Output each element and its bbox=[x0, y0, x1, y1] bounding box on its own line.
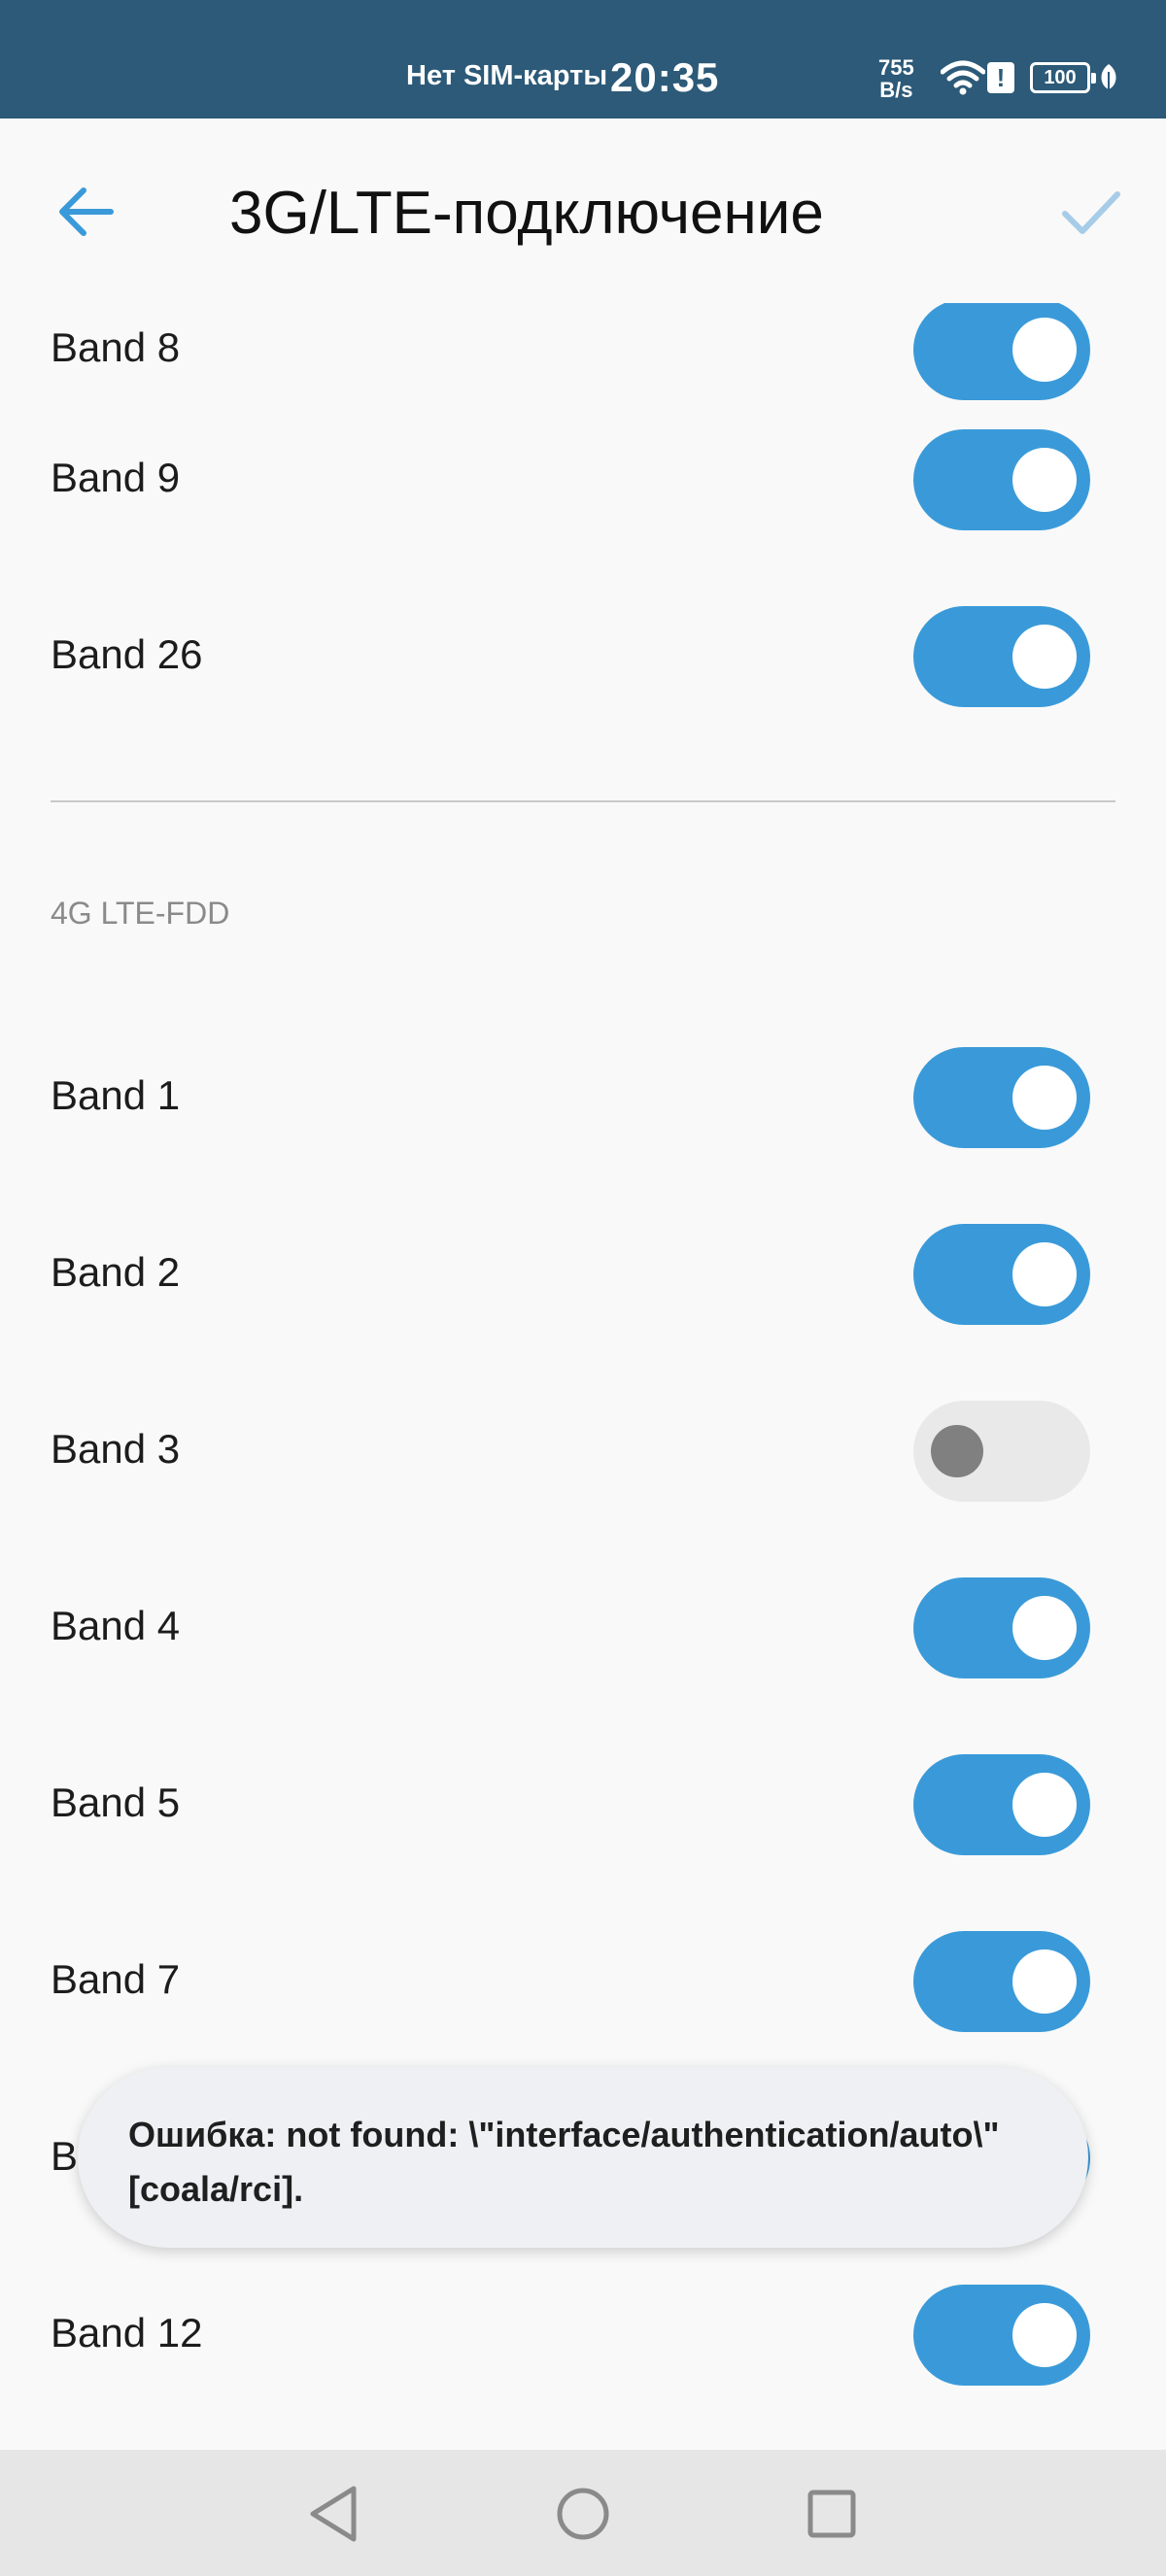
alert-icon: ! bbox=[987, 62, 1014, 93]
toggle-knob bbox=[1012, 625, 1077, 689]
toggle-knob bbox=[1012, 1596, 1077, 1660]
navigation-bar bbox=[0, 2450, 1166, 2576]
app-bar: 3G/LTE-подключение bbox=[0, 119, 1166, 303]
battery-icon: 100 bbox=[1030, 62, 1096, 93]
band-label: Band 2 bbox=[51, 1249, 181, 1295]
network-speed-value: 755 bbox=[878, 55, 914, 80]
recents-square-icon[interactable] bbox=[795, 2477, 869, 2551]
list-item[interactable]: Band 5 bbox=[0, 1717, 1166, 1892]
band-26-toggle[interactable] bbox=[913, 606, 1090, 707]
band-label: Band 12 bbox=[51, 2310, 203, 2356]
band-8-toggle[interactable] bbox=[913, 299, 1090, 400]
band-4-toggle[interactable] bbox=[913, 1577, 1090, 1678]
network-speed: 755 B/s bbox=[878, 56, 914, 101]
band-label: Band 1 bbox=[51, 1072, 181, 1118]
band-5-toggle[interactable] bbox=[913, 1754, 1090, 1855]
band-2-toggle[interactable] bbox=[913, 1224, 1090, 1325]
list-item[interactable]: Band 9 bbox=[0, 392, 1166, 567]
toggle-knob bbox=[1012, 2303, 1077, 2367]
toast-message: Ошибка: not found: \"interface/authentic… bbox=[128, 2115, 1000, 2209]
toggle-knob bbox=[1012, 1242, 1077, 1306]
arrow-left-icon[interactable] bbox=[51, 175, 124, 249]
toggle-knob bbox=[1012, 318, 1077, 382]
toggle-knob bbox=[1012, 1949, 1077, 2014]
list-item[interactable]: Band 2 bbox=[0, 1187, 1166, 1362]
toggle-knob bbox=[931, 1425, 983, 1477]
toggle-knob bbox=[1012, 448, 1077, 512]
band-label: Band 8 bbox=[51, 324, 181, 370]
list-item[interactable]: Band 26 bbox=[0, 569, 1166, 744]
band-1-toggle[interactable] bbox=[913, 1047, 1090, 1148]
carrier-label: Нет SIM-карты bbox=[406, 60, 608, 91]
band-9-toggle[interactable] bbox=[913, 429, 1090, 530]
section-divider bbox=[51, 800, 1115, 802]
toggle-knob bbox=[1012, 1066, 1077, 1130]
list-item[interactable]: Band 3 bbox=[0, 1364, 1166, 1539]
band-label: B bbox=[51, 2133, 79, 2179]
list-item[interactable]: Band 7 bbox=[0, 1894, 1166, 2069]
toggle-knob bbox=[1012, 1773, 1077, 1837]
band-label: Band 9 bbox=[51, 455, 181, 500]
band-label: Band 4 bbox=[51, 1603, 181, 1648]
back-triangle-icon[interactable] bbox=[297, 2477, 371, 2551]
band-3-toggle[interactable] bbox=[913, 1401, 1090, 1502]
band-7-toggle[interactable] bbox=[913, 1931, 1090, 2032]
band-label: Band 7 bbox=[51, 1956, 181, 2002]
clock: 20:35 bbox=[610, 54, 720, 100]
page-title: 3G/LTE-подключение bbox=[229, 180, 824, 247]
band-label: Band 26 bbox=[51, 631, 203, 677]
band-12-toggle[interactable] bbox=[913, 2285, 1090, 2386]
band-label: Band 3 bbox=[51, 1426, 181, 1472]
status-bar: Нет SIM-карты 20:35 755 B/s ! 100 bbox=[0, 0, 1166, 119]
band-label: Band 5 bbox=[51, 1779, 181, 1825]
network-speed-unit: B/s bbox=[879, 78, 913, 102]
wifi-icon bbox=[941, 60, 985, 95]
home-circle-icon[interactable] bbox=[546, 2477, 620, 2551]
checkmark-icon[interactable] bbox=[1053, 175, 1127, 249]
leaf-icon bbox=[1101, 64, 1116, 92]
list-item[interactable]: Band 1 bbox=[0, 1010, 1166, 1185]
list-item[interactable]: Band 4 bbox=[0, 1541, 1166, 1715]
error-toast: Ошибка: not found: \"interface/authentic… bbox=[78, 2067, 1088, 2248]
section-header: 4G LTE-FDD bbox=[51, 896, 230, 931]
list-item[interactable]: Band 12 bbox=[0, 2248, 1166, 2423]
